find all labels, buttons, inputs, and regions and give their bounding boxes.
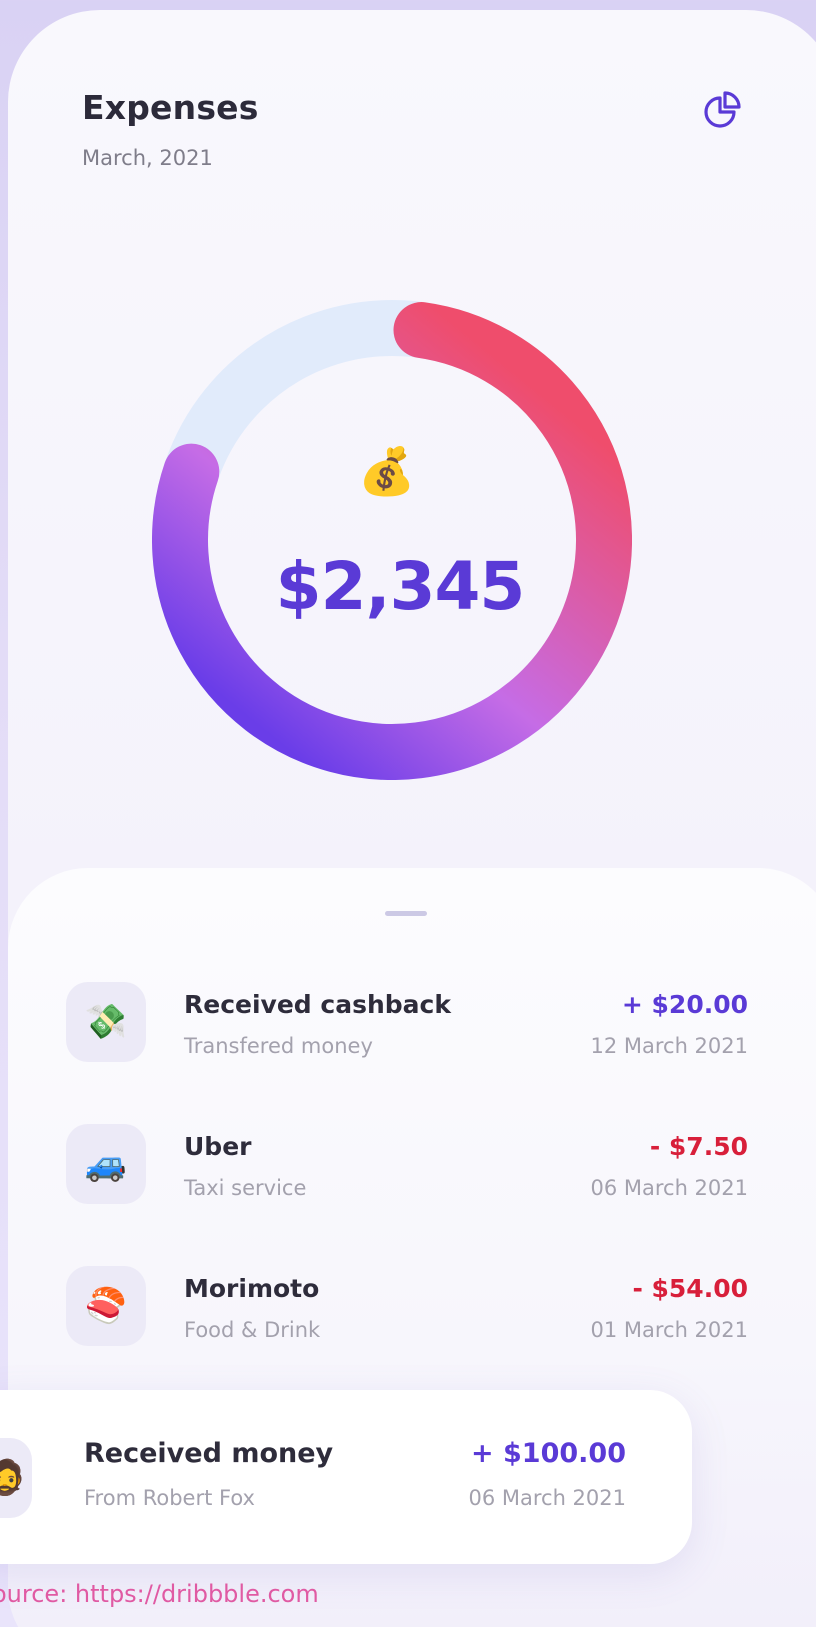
transaction-row[interactable]: 🍣 Morimoto Food & Drink - $54.00 01 Marc… bbox=[0, 1266, 816, 1366]
highlight-title: Received money bbox=[84, 1438, 334, 1469]
highlight-transaction-card[interactable] bbox=[0, 1390, 692, 1564]
highlight-amount: + $100.00 bbox=[471, 1438, 626, 1469]
money-bag-icon: 💰 bbox=[358, 444, 416, 498]
transaction-title: Morimoto bbox=[184, 1274, 320, 1303]
transaction-row[interactable]: 🚙 Uber Taxi service - $7.50 06 March 202… bbox=[0, 1124, 816, 1224]
source-caption: ource: https://dribbble.com bbox=[0, 1580, 319, 1608]
transaction-amount: - $54.00 bbox=[632, 1274, 748, 1303]
expense-ring bbox=[152, 300, 632, 780]
highlight-date: 06 March 2021 bbox=[468, 1486, 626, 1510]
avatar-icon: 🧔 bbox=[0, 1438, 32, 1518]
transaction-amount: + $20.00 bbox=[621, 990, 748, 1019]
transaction-date: 01 March 2021 bbox=[590, 1318, 748, 1342]
pie-chart-icon[interactable] bbox=[700, 88, 746, 134]
transaction-amount: - $7.50 bbox=[649, 1132, 748, 1161]
page-title: Expenses bbox=[82, 88, 259, 127]
highlight-subtitle: From Robert Fox bbox=[84, 1486, 255, 1510]
transaction-date: 06 March 2021 bbox=[590, 1176, 748, 1200]
sheet-drag-handle[interactable] bbox=[385, 911, 427, 916]
money-wings-icon: 💸 bbox=[66, 982, 146, 1062]
transaction-title: Received cashback bbox=[184, 990, 451, 1019]
transaction-row[interactable]: 💸 Received cashback Transfered money + $… bbox=[0, 982, 816, 1082]
transaction-title: Uber bbox=[184, 1132, 252, 1161]
transaction-subtitle: Transfered money bbox=[184, 1034, 373, 1058]
sushi-icon: 🍣 bbox=[66, 1266, 146, 1346]
transaction-subtitle: Food & Drink bbox=[184, 1318, 321, 1342]
transaction-subtitle: Taxi service bbox=[184, 1176, 307, 1200]
car-icon: 🚙 bbox=[66, 1124, 146, 1204]
transaction-date: 12 March 2021 bbox=[590, 1034, 748, 1058]
page-subtitle: March, 2021 bbox=[82, 146, 213, 170]
total-amount: $2,345 bbox=[275, 548, 526, 625]
